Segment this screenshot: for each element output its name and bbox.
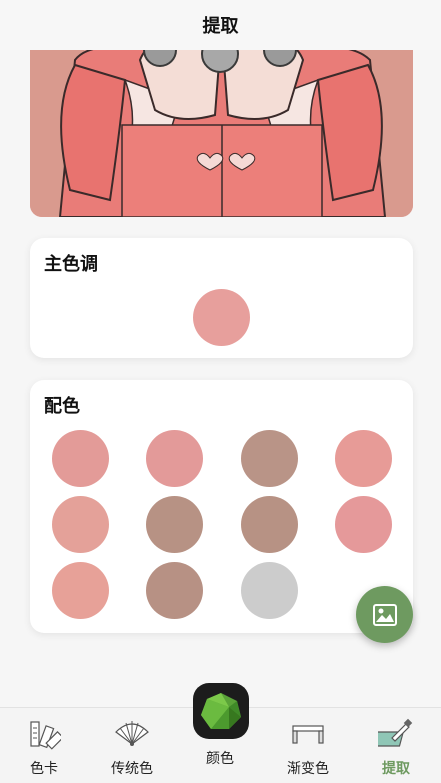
palette-swatch[interactable] bbox=[241, 496, 298, 553]
palette-swatch[interactable] bbox=[52, 430, 109, 487]
palette-card: 配色 bbox=[30, 380, 413, 633]
palette-swatch[interactable] bbox=[52, 496, 109, 553]
tab-label: 颜色 bbox=[206, 751, 234, 767]
main-color-card: 主色调 bbox=[30, 238, 413, 358]
tab-label: 提取 bbox=[382, 761, 410, 777]
source-image[interactable] bbox=[30, 50, 413, 217]
color-card-icon bbox=[30, 721, 61, 750]
page-title: 提取 bbox=[202, 16, 239, 37]
extract-dropper-icon bbox=[378, 718, 413, 747]
top-bar: 提取 bbox=[0, 0, 441, 50]
tab-gradient[interactable]: 渐变色 bbox=[264, 708, 352, 783]
tab-extract[interactable]: 提取 bbox=[352, 708, 440, 783]
palette-swatch[interactable] bbox=[335, 430, 392, 487]
gradient-bar-icon bbox=[292, 725, 324, 744]
palette-swatch[interactable] bbox=[146, 430, 203, 487]
image-icon bbox=[372, 603, 397, 626]
palette-swatch[interactable] bbox=[146, 562, 203, 619]
palette-swatch[interactable] bbox=[52, 562, 109, 619]
palette-swatch[interactable] bbox=[335, 496, 392, 553]
main-color-title: 主色调 bbox=[44, 254, 98, 275]
anime-illustration bbox=[30, 50, 413, 217]
tab-label: 传统色 bbox=[111, 761, 153, 777]
color-gem-icon bbox=[201, 693, 241, 729]
traditional-fan-icon bbox=[115, 721, 149, 746]
palette-swatch[interactable] bbox=[241, 430, 298, 487]
palette-swatch[interactable] bbox=[146, 496, 203, 553]
tab-traditional-colors[interactable]: 传统色 bbox=[88, 708, 176, 783]
palette-title: 配色 bbox=[44, 396, 80, 417]
tab-label: 色卡 bbox=[30, 761, 58, 777]
palette-swatch[interactable] bbox=[241, 562, 298, 619]
tab-label: 渐变色 bbox=[287, 761, 329, 777]
main-color-swatch[interactable] bbox=[193, 289, 250, 346]
pick-image-button[interactable] bbox=[356, 586, 413, 643]
color-gem-button[interactable] bbox=[193, 683, 249, 739]
tab-color-card[interactable]: 色卡 bbox=[0, 708, 88, 783]
